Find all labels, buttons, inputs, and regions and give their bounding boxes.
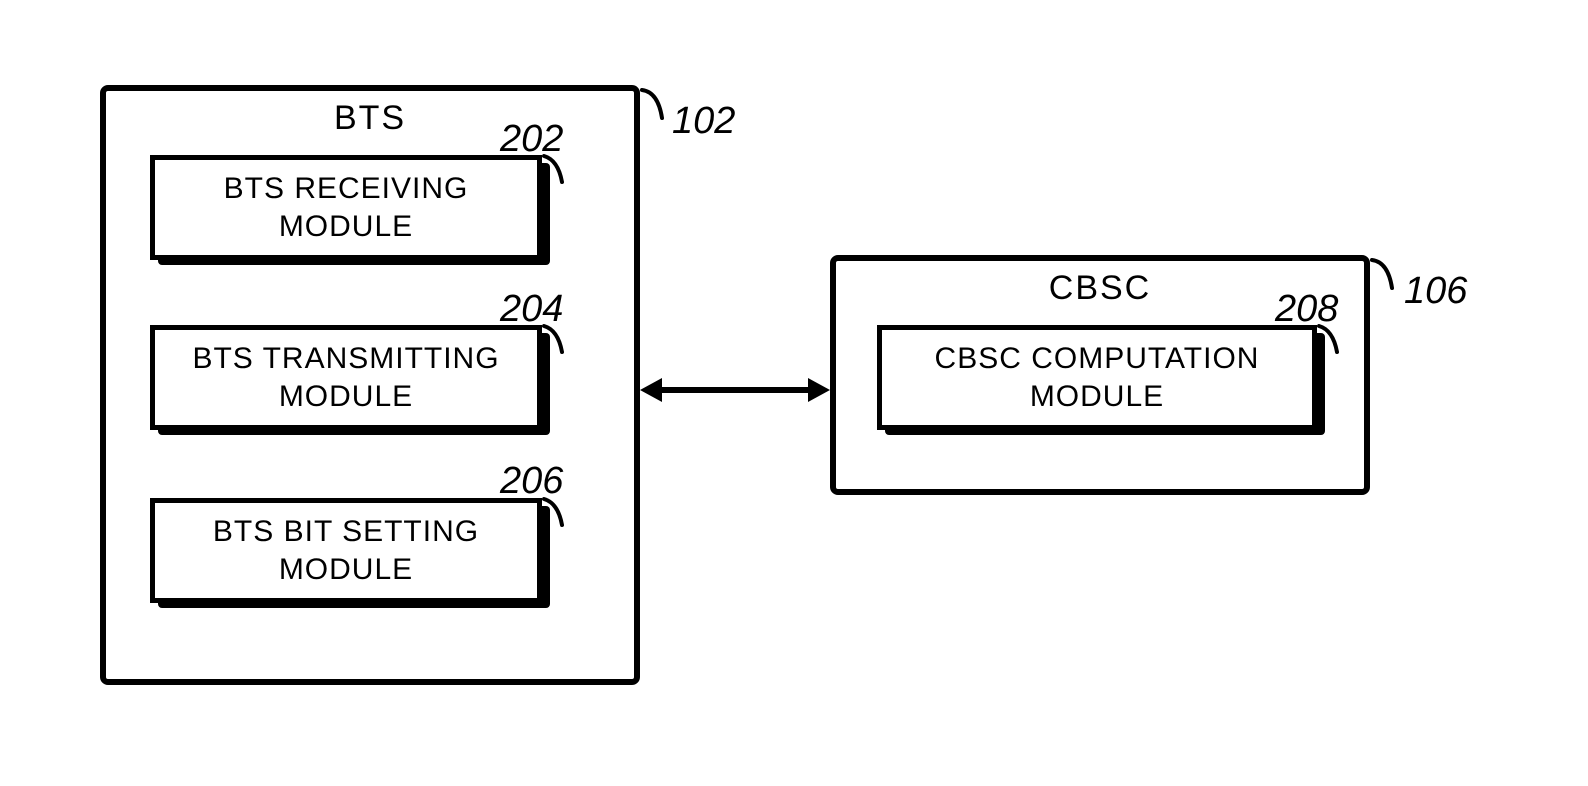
module-label: BTS BIT SETTING MODULE	[213, 515, 479, 586]
ref-cbsc: 106	[1404, 270, 1467, 313]
ref-module: 206	[500, 460, 563, 503]
bts-module: BTS BIT SETTING MODULE	[150, 498, 542, 603]
module-label: CBSC COMPUTATION MODULE	[935, 342, 1260, 413]
module-label: BTS TRANSMITTING MODULE	[192, 342, 499, 413]
ref-bts: 102	[672, 100, 735, 143]
module-label: BTS RECEIVING MODULE	[224, 172, 469, 243]
leader-line	[1370, 258, 1402, 298]
ref-module: 204	[500, 288, 563, 331]
leader-line	[640, 88, 672, 128]
bidirectional-arrow-icon	[640, 370, 830, 410]
bts-module: BTS RECEIVING MODULE	[150, 155, 542, 260]
ref-module: 202	[500, 118, 563, 161]
ref-module: 208	[1275, 288, 1338, 331]
bts-module: BTS TRANSMITTING MODULE	[150, 325, 542, 430]
cbsc-module: CBSC COMPUTATION MODULE	[877, 325, 1317, 430]
